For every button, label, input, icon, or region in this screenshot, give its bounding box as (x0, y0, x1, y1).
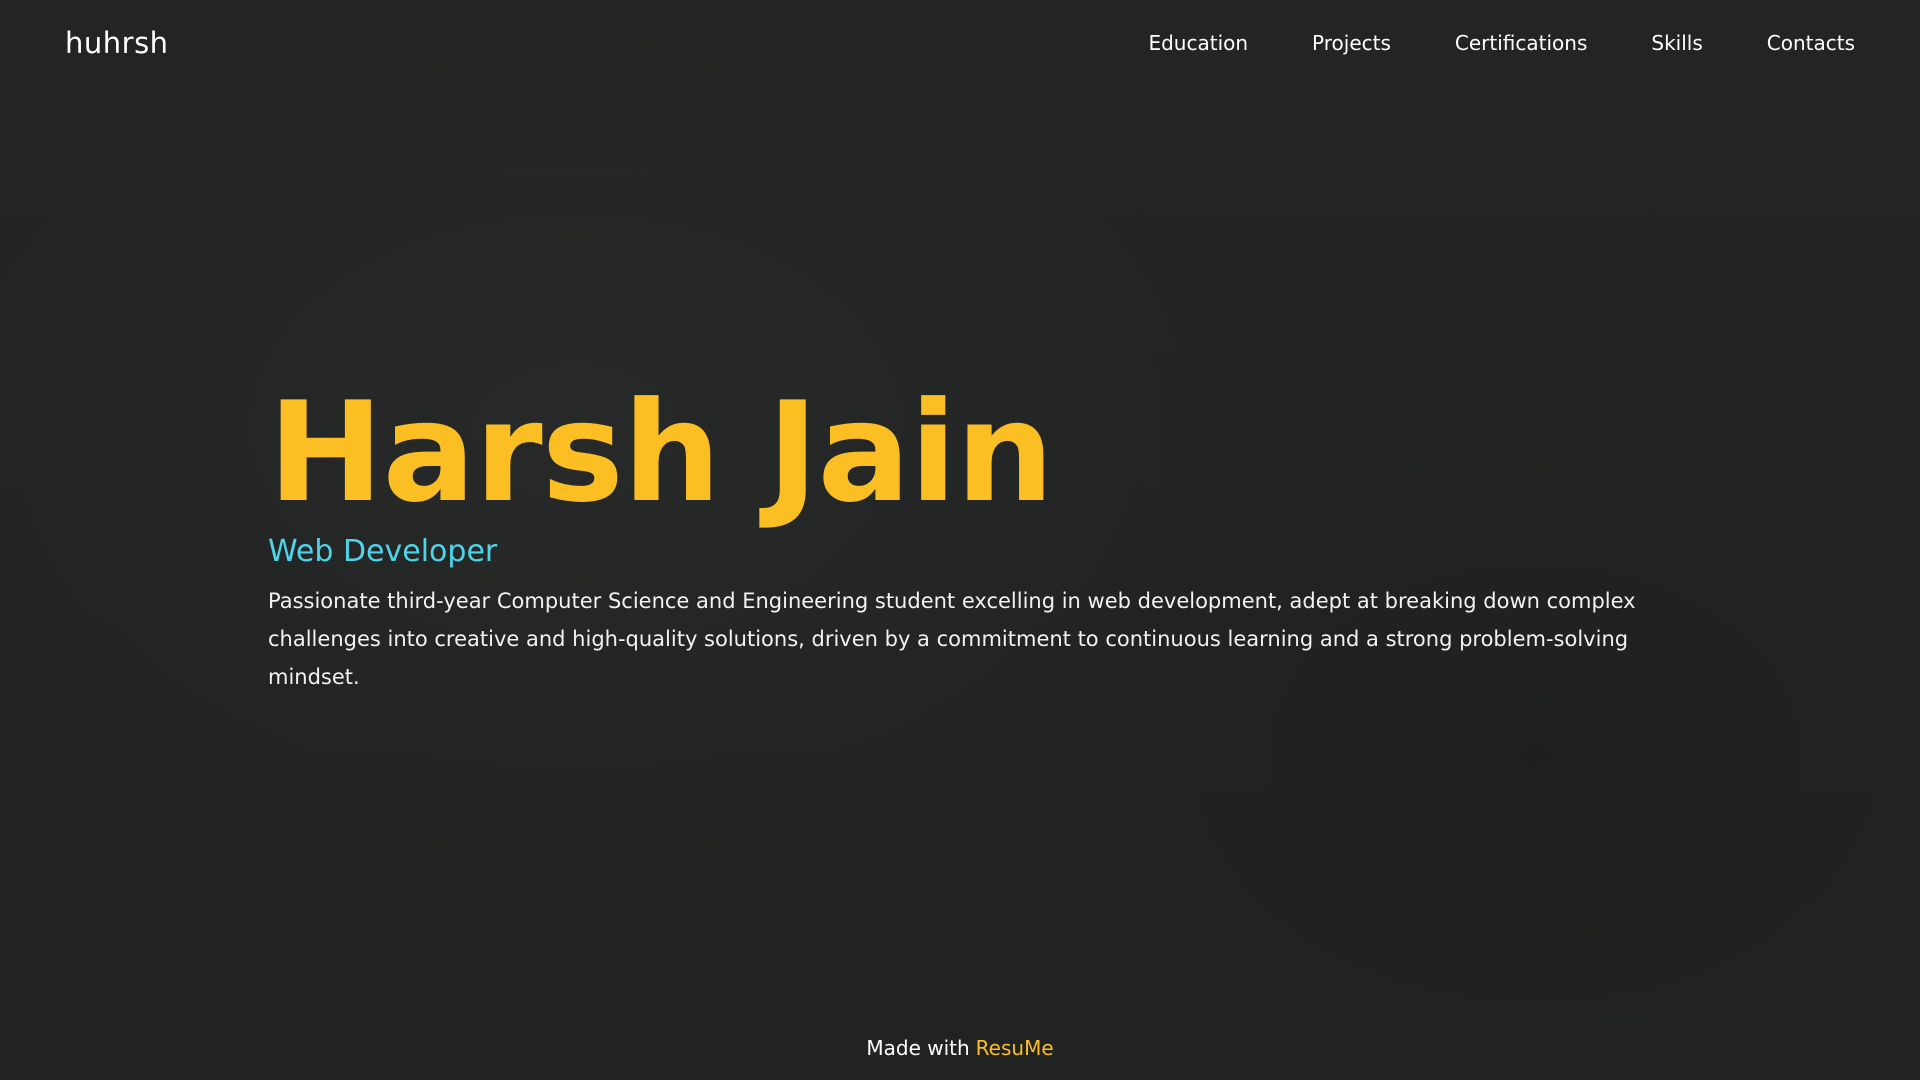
footer-resume-link[interactable]: ResuMe (976, 1036, 1054, 1060)
hero-section: Harsh Jain Web Developer Passionate thir… (268, 378, 1668, 696)
footer-made-with-text: Made with (866, 1036, 970, 1060)
nav-link-contacts[interactable]: Contacts (1767, 31, 1855, 55)
page-footer: Made with ResuMe (0, 1036, 1920, 1060)
hero-bio-text: Passionate third-year Computer Science a… (268, 589, 1636, 689)
brand-logo-link[interactable]: huhrsh (65, 26, 169, 60)
nav-link-skills[interactable]: Skills (1651, 31, 1702, 55)
nav-link-projects[interactable]: Projects (1312, 31, 1391, 55)
top-navbar: huhrsh Education Projects Certifications… (0, 0, 1920, 86)
hero-role-subtitle: Web Developer (268, 534, 498, 569)
nav-link-certifications[interactable]: Certifications (1455, 31, 1587, 55)
nav-links: Education Projects Certifications Skills… (1148, 31, 1855, 55)
nav-link-education[interactable]: Education (1148, 31, 1248, 55)
hero-name-heading: Harsh Jain (268, 372, 1054, 533)
